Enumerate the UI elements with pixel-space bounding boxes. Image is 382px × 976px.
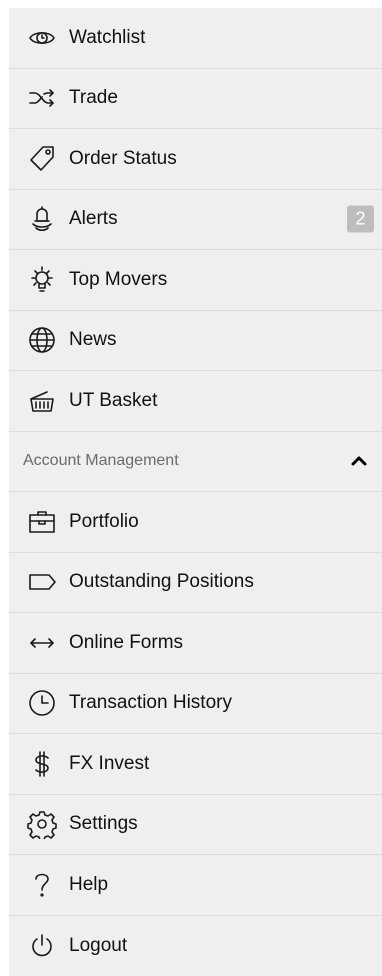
shuffle-icon bbox=[25, 81, 59, 115]
menu-item-online-forms[interactable]: Online Forms bbox=[9, 613, 382, 674]
clock-icon bbox=[25, 686, 59, 720]
menu-item-label: Logout bbox=[69, 935, 127, 957]
menu-item-label: News bbox=[69, 329, 117, 351]
menu-item-ut-basket[interactable]: UT Basket bbox=[9, 371, 382, 432]
alerts-count-badge: 2 bbox=[347, 206, 374, 233]
chevron-up-icon[interactable] bbox=[348, 450, 370, 472]
briefcase-icon bbox=[25, 505, 59, 539]
double-arrow-icon bbox=[25, 626, 59, 660]
menu-item-label: Top Movers bbox=[69, 269, 167, 291]
menu-item-label: Watchlist bbox=[69, 27, 145, 49]
menu-item-news[interactable]: News bbox=[9, 311, 382, 372]
menu-item-trade[interactable]: Trade bbox=[9, 69, 382, 130]
label-tag-icon bbox=[25, 565, 59, 599]
menu-item-label: Order Status bbox=[69, 148, 177, 170]
menu-item-label: Alerts bbox=[69, 208, 118, 230]
menu-item-label: Settings bbox=[69, 813, 138, 835]
menu-item-label: Outstanding Positions bbox=[69, 571, 254, 593]
menu-item-order-status[interactable]: Order Status bbox=[9, 129, 382, 190]
menu-item-fx-invest[interactable]: FX Invest bbox=[9, 734, 382, 795]
menu-item-label: Portfolio bbox=[69, 511, 139, 533]
menu-item-portfolio[interactable]: Portfolio bbox=[9, 492, 382, 553]
menu-item-help[interactable]: Help bbox=[9, 855, 382, 916]
section-title: Account Management bbox=[23, 452, 179, 470]
menu-item-outstanding-positions[interactable]: Outstanding Positions bbox=[9, 553, 382, 614]
menu-item-transaction-history[interactable]: Transaction History bbox=[9, 674, 382, 735]
side-menu: Watchlist Trade Order Status Alerts 2 To… bbox=[9, 8, 382, 976]
lightbulb-icon bbox=[25, 263, 59, 297]
menu-item-settings[interactable]: Settings bbox=[9, 795, 382, 856]
globe-icon bbox=[25, 323, 59, 357]
basket-icon bbox=[25, 384, 59, 418]
eye-icon bbox=[25, 21, 59, 55]
question-icon bbox=[25, 868, 59, 902]
menu-item-logout[interactable]: Logout bbox=[9, 916, 382, 976]
gear-icon bbox=[25, 807, 59, 841]
menu-item-label: Help bbox=[69, 874, 108, 896]
power-icon bbox=[25, 929, 59, 963]
tag-icon bbox=[25, 142, 59, 176]
menu-item-label: Trade bbox=[69, 87, 118, 109]
menu-item-label: UT Basket bbox=[69, 390, 157, 412]
menu-item-label: FX Invest bbox=[69, 753, 149, 775]
dollar-icon bbox=[25, 747, 59, 781]
account-management-header[interactable]: Account Management bbox=[9, 432, 382, 493]
menu-item-label: Online Forms bbox=[69, 632, 183, 654]
bell-icon bbox=[25, 202, 59, 236]
menu-item-alerts[interactable]: Alerts 2 bbox=[9, 190, 382, 251]
menu-item-watchlist[interactable]: Watchlist bbox=[9, 8, 382, 69]
menu-item-top-movers[interactable]: Top Movers bbox=[9, 250, 382, 311]
menu-item-label: Transaction History bbox=[69, 692, 232, 714]
